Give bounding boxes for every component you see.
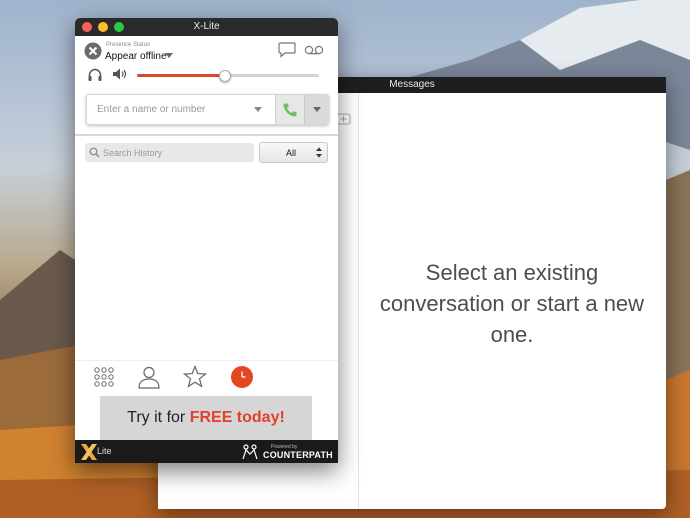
volume-slider-handle[interactable]: [219, 70, 232, 82]
voicemail-icon[interactable]: [304, 45, 324, 55]
close-window-button[interactable]: [82, 22, 92, 32]
dialpad-icon[interactable]: [92, 365, 116, 389]
xlite-window: X-Lite Presence Status Appear offline En…: [75, 18, 338, 463]
history-filter-value: All: [286, 148, 297, 158]
zoom-window-button[interactable]: [114, 22, 124, 32]
bottom-tab-bar: [75, 360, 338, 395]
promo-highlight: FREE today!: [189, 409, 285, 426]
promo-banner[interactable]: Try it for FREE today!: [100, 396, 312, 440]
dial-input[interactable]: [87, 95, 273, 124]
call-button[interactable]: [275, 95, 304, 124]
chevron-down-icon[interactable]: [165, 53, 173, 58]
headset-icon[interactable]: [87, 67, 103, 83]
search-history-box: [85, 143, 254, 162]
favorites-icon[interactable]: [183, 365, 207, 389]
history-list[interactable]: [75, 168, 338, 358]
new-conversation-icon[interactable]: [336, 113, 352, 127]
minimize-window-button[interactable]: [98, 22, 108, 32]
volume-slider-fill: [137, 74, 225, 77]
history-filter-select[interactable]: All: [259, 142, 328, 163]
phone-icon: [283, 103, 297, 117]
updown-arrows-icon: [316, 147, 322, 158]
presence-status-dropdown[interactable]: Appear offline: [105, 51, 167, 62]
dial-box: [86, 94, 329, 125]
search-history-input[interactable]: [103, 143, 251, 162]
xlite-logo-icon: [81, 444, 97, 460]
window-controls: [82, 22, 124, 32]
xlite-titlebar: X-Lite: [75, 18, 338, 36]
speaker-icon[interactable]: [112, 67, 128, 81]
counterpath-brand: COUNTERPATH: [263, 450, 333, 460]
empty-state-message: Select an existing conversation or start…: [379, 260, 645, 347]
contacts-icon[interactable]: [137, 365, 161, 389]
chevron-down-icon: [313, 107, 321, 112]
promo-text: Try it for: [127, 409, 190, 426]
presence-offline-icon[interactable]: [84, 42, 102, 60]
dial-history-caret-icon[interactable]: [254, 107, 262, 112]
xlite-footer: Lite Powered by COUNTERPATH: [75, 440, 338, 463]
section-divider: [75, 134, 338, 136]
chat-icon[interactable]: [278, 42, 296, 58]
xlite-title: X-Lite: [193, 21, 220, 32]
history-icon[interactable]: [230, 365, 254, 389]
counterpath-logo-icon: [242, 444, 258, 460]
volume-slider[interactable]: [137, 70, 319, 82]
search-icon: [89, 147, 100, 158]
presence-status-label: Presence Status: [106, 42, 151, 48]
xlite-logo-text: Lite: [97, 446, 112, 456]
call-options-button[interactable]: [304, 95, 328, 124]
